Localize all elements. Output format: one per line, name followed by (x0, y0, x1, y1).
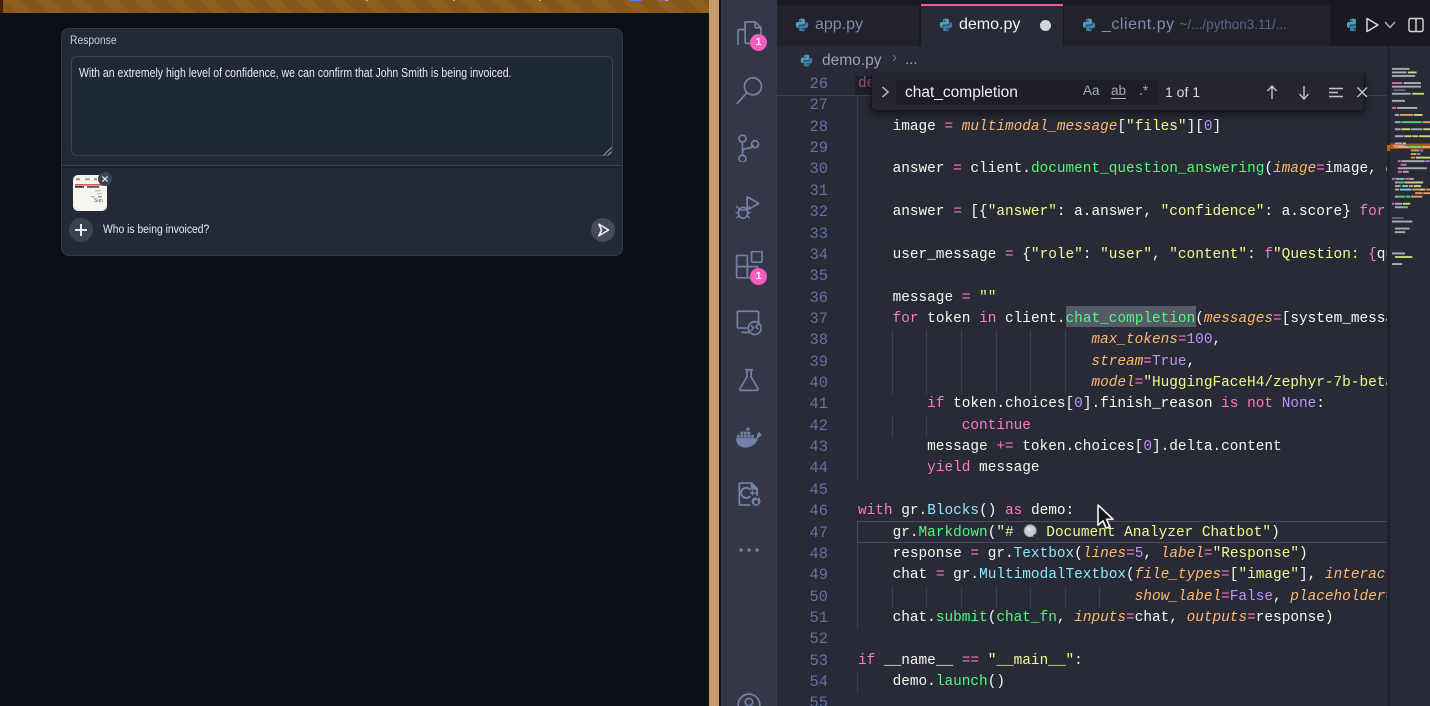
svg-text:Sun: Sun (94, 198, 103, 204)
